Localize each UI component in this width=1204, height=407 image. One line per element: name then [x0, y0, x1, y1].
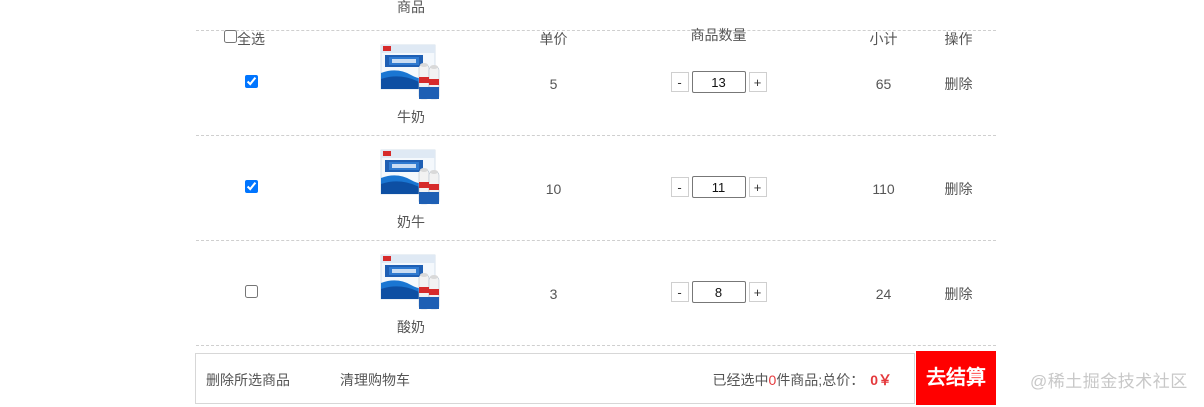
cart-item-row: 酸奶 3 - + 24 删除	[196, 241, 996, 346]
item-checkbox[interactable]	[244, 180, 258, 193]
summary-prefix: 已经选中	[712, 372, 769, 388]
delete-item-link[interactable]: 删除	[931, 75, 986, 93]
increase-button[interactable]: +	[748, 72, 767, 92]
product-name: 奶牛	[397, 214, 425, 230]
product-name: 酸奶	[397, 319, 425, 335]
cart-header-row: 全选 商品 单价 商品数量 小计 操作	[196, 0, 996, 47]
product-name: 牛奶	[397, 109, 425, 125]
checkout-button[interactable]: 去结算	[916, 351, 996, 405]
decrease-button[interactable]: -	[670, 177, 689, 197]
decrease-button[interactable]: -	[670, 72, 689, 92]
product-cell: 牛奶	[371, 43, 451, 125]
header-product: 商品	[397, 0, 425, 15]
unit-price: 3	[549, 286, 558, 302]
cart-item-row: 牛奶 5 - + 65 删除	[196, 31, 996, 136]
cart-item-row: 奶牛 10 - + 110 删除	[196, 136, 996, 241]
item-checkbox[interactable]	[244, 285, 258, 298]
selection-summary: 已经选中0件商品;总价： 0￥	[713, 371, 892, 389]
decrease-button[interactable]: -	[670, 282, 689, 302]
unit-price: 5	[549, 76, 558, 92]
quantity-stepper: - +	[666, 176, 771, 198]
product-image	[380, 149, 440, 205]
quantity-stepper: - +	[666, 281, 771, 303]
product-image	[380, 254, 440, 310]
item-checkbox[interactable]	[244, 75, 258, 88]
increase-button[interactable]: +	[748, 282, 767, 302]
increase-button[interactable]: +	[748, 177, 767, 197]
clear-cart-button[interactable]: 清理购物车	[340, 371, 410, 389]
delete-item-link[interactable]: 删除	[931, 180, 986, 198]
subtotal: 110	[872, 181, 895, 197]
summary-suffix: 件商品;总价：	[776, 372, 865, 388]
product-cell: 奶牛	[371, 148, 451, 230]
watermark-text: @稀土掘金技术社区	[1030, 372, 1188, 391]
unit-price: 10	[545, 181, 562, 197]
quantity-stepper: - +	[666, 71, 771, 93]
quantity-input[interactable]	[691, 281, 746, 303]
subtotal: 24	[875, 286, 892, 302]
cart-table: 全选 商品 单价 商品数量 小计 操作 牛奶 5 - + 65 删除 奶牛 10…	[196, 0, 996, 346]
delete-item-link[interactable]: 删除	[931, 285, 986, 303]
quantity-input[interactable]	[691, 71, 746, 93]
subtotal: 65	[875, 76, 892, 92]
product-image	[380, 44, 440, 100]
cart-footer: 删除所选商品 清理购物车 已经选中0件商品;总价： 0￥	[195, 353, 915, 404]
total-price: 0￥	[870, 372, 892, 388]
quantity-input[interactable]	[691, 176, 746, 198]
delete-selected-button[interactable]: 删除所选商品	[206, 371, 290, 389]
product-cell: 酸奶	[371, 253, 451, 335]
